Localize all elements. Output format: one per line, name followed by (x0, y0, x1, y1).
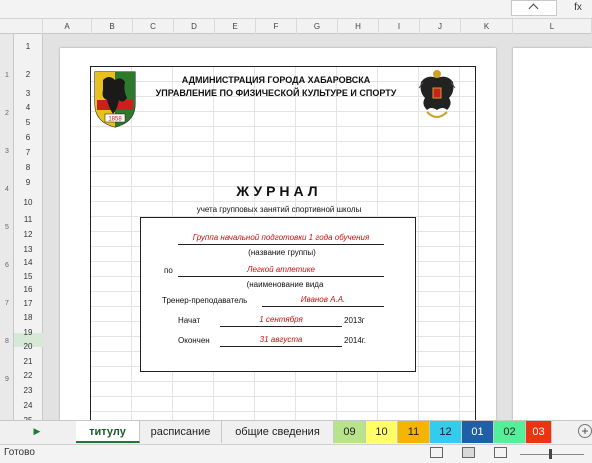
journal-heading: ЖУРНАЛ (236, 183, 322, 199)
khabarovsk-crest-logo: 1858 (93, 70, 137, 128)
ruler-mark: 8 (5, 338, 9, 345)
column-header-f[interactable]: F (256, 19, 297, 34)
row-header-11[interactable]: 11 (14, 215, 42, 224)
fx-icon[interactable]: fx (570, 1, 586, 15)
start-label: Начат (178, 316, 201, 325)
tab-02[interactable]: 02 (494, 421, 526, 443)
row-labels: 1234567891011121314151617181920212223242… (14, 34, 43, 425)
column-header-e[interactable]: E (215, 19, 256, 34)
row-header-13[interactable]: 13 (14, 245, 42, 254)
ruler-mark: 7 (5, 300, 9, 307)
row-header-24[interactable]: 24 (14, 401, 42, 410)
coach-name-value[interactable]: Иванов А.А. (262, 295, 384, 304)
zoom-slider[interactable] (520, 454, 584, 455)
column-header-d[interactable]: D (174, 19, 215, 34)
tab-11[interactable]: 11 (398, 421, 430, 443)
top-bar (0, 0, 592, 18)
tab-10[interactable]: 10 (366, 421, 398, 443)
column-header-l[interactable]: L (513, 19, 592, 34)
tab-scroll-right-icon[interactable]: ▶ (30, 424, 44, 438)
start-date-value[interactable]: 1 сентября (220, 315, 342, 324)
page-break-view-icon[interactable] (494, 447, 507, 458)
tab-03[interactable]: 03 (526, 421, 552, 443)
group-name-underline (178, 244, 384, 245)
sport-name-underline (178, 276, 384, 277)
row-header-3[interactable]: 3 (14, 89, 42, 98)
row-header-22[interactable]: 22 (14, 371, 42, 380)
sport-prefix-label: по (164, 266, 173, 275)
row-header-21[interactable]: 21 (14, 357, 42, 366)
sport-name-caption: (наименование вида (246, 280, 324, 289)
row-header-15[interactable]: 15 (14, 272, 42, 281)
ruler-mark: 4 (5, 186, 9, 193)
tab-titulu[interactable]: титулу (76, 421, 140, 443)
tab-raspisanie[interactable]: расписание (140, 421, 222, 443)
group-name-value[interactable]: Группа начальной подготовки 1 года обуче… (178, 233, 384, 242)
row-header-7[interactable]: 7 (14, 148, 42, 157)
tab-09[interactable]: 09 (334, 421, 366, 443)
administration-title: АДМИНИСТРАЦИЯ ГОРОДА ХАБАРОВСКА (181, 75, 371, 85)
row-header-4[interactable]: 4 (14, 103, 42, 112)
sport-name-value[interactable]: Легкой атлетике (178, 265, 384, 274)
vertical-ruler: 1 2 3 4 5 6 7 8 9 (0, 34, 14, 420)
row-header-5[interactable]: 5 (14, 118, 42, 127)
tab-01[interactable]: 01 (462, 421, 494, 443)
select-all-corner[interactable] (0, 19, 43, 34)
crest-year-text: 1858 (108, 117, 122, 123)
row-header-16[interactable]: 16 (14, 285, 42, 294)
end-date-underline (220, 346, 342, 347)
coach-label: Тренер-преподаватель (162, 296, 248, 305)
tab-12[interactable]: 12 (430, 421, 462, 443)
row-header-2[interactable]: 2 (14, 70, 42, 79)
tab-obshchie-svedeniya[interactable]: общие сведения (222, 421, 334, 443)
column-header-h[interactable]: H (338, 19, 379, 34)
row-header-6[interactable]: 6 (14, 133, 42, 142)
end-label: Окончен (178, 336, 210, 345)
ruler-mark: 3 (5, 148, 9, 155)
ruler-mark: 5 (5, 224, 9, 231)
ruler-mark: 1 (5, 72, 9, 79)
column-header-j[interactable]: J (420, 19, 461, 34)
column-header-k[interactable]: K (461, 19, 513, 34)
row-header-19[interactable]: 19 (14, 328, 42, 337)
department-title: УПРАВЛЕНИЕ ПО ФИЗИЧЕСКОЙ КУЛЬТУРЕ И СПОР… (155, 88, 397, 98)
group-name-caption: (название группы) (248, 248, 316, 257)
row-header-23[interactable]: 23 (14, 386, 42, 395)
row-header-17[interactable]: 17 (14, 299, 42, 308)
row-header-12[interactable]: 12 (14, 230, 42, 239)
ministry-eagle-emblem (417, 68, 457, 126)
column-header-b[interactable]: B (92, 19, 133, 34)
start-date-underline (220, 326, 342, 327)
row-header-10[interactable]: 10 (14, 198, 42, 207)
row-header-9[interactable]: 9 (14, 178, 42, 187)
row-header-14[interactable]: 14 (14, 258, 42, 267)
zoom-slider-thumb[interactable] (549, 449, 552, 459)
status-text: Готово (4, 447, 35, 458)
journal-subheading: учета групповых занятий спортивной школы (196, 205, 362, 214)
column-header-a[interactable]: A (43, 19, 92, 34)
column-header-bar: A B C D E F G H I J K L (0, 18, 592, 34)
row-header-1[interactable]: 1 (14, 42, 42, 51)
row-header-8[interactable]: 8 (14, 163, 42, 172)
column-header-i[interactable]: I (379, 19, 420, 34)
column-header-g[interactable]: G (297, 19, 338, 34)
ruler-mark: 9 (5, 376, 9, 383)
row-header-18[interactable]: 18 (14, 313, 42, 322)
ruler-mark: 6 (5, 262, 9, 269)
page-2 (513, 48, 592, 420)
end-date-value[interactable]: 31 августа (220, 335, 342, 344)
end-year: 2014г. (344, 336, 366, 345)
start-year: 2013г (344, 316, 365, 325)
coach-name-underline (262, 306, 384, 307)
column-header-c[interactable]: C (133, 19, 174, 34)
add-sheet-icon[interactable]: + (578, 424, 592, 438)
row-header-20[interactable]: 20 (14, 342, 42, 351)
ruler-mark: 2 (5, 110, 9, 117)
normal-view-icon[interactable] (430, 447, 443, 458)
page-layout-view-icon[interactable] (462, 447, 475, 458)
collapse-ribbon-button[interactable] (511, 0, 557, 16)
